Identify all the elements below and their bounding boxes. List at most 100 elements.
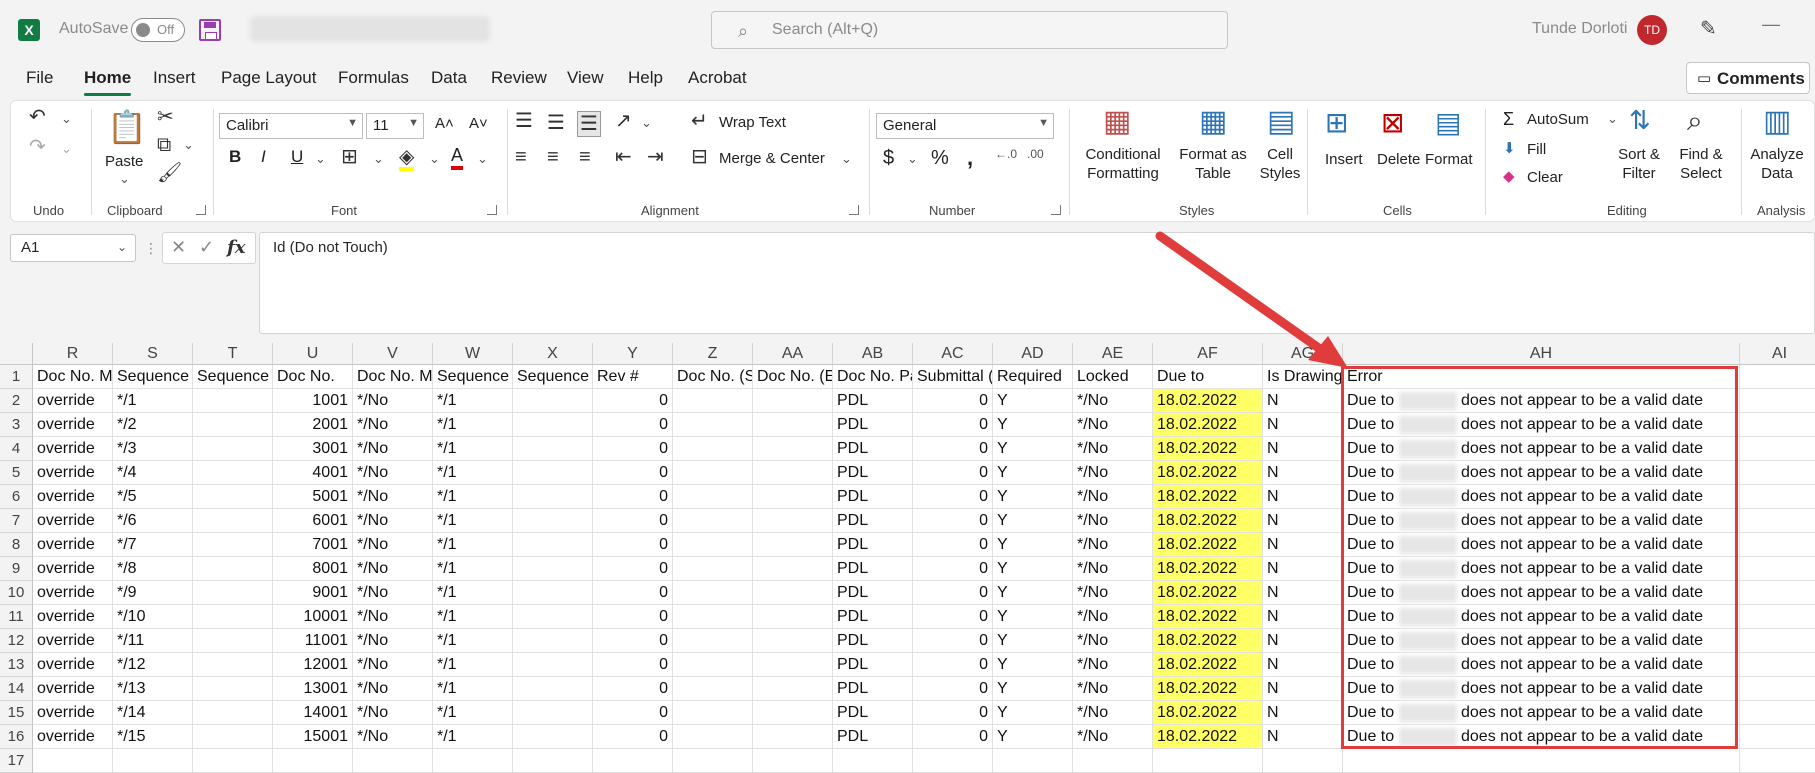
enter-icon[interactable]: ✓ — [199, 237, 214, 258]
insert-cells-button[interactable]: Insert — [1325, 151, 1363, 168]
table-cell[interactable]: */6 — [113, 509, 193, 533]
table-cell[interactable]: 18.02.2022 — [1153, 605, 1263, 629]
table-cell[interactable]: N — [1263, 437, 1343, 461]
table-cell[interactable]: 0 — [593, 701, 673, 725]
table-cell[interactable] — [193, 749, 273, 773]
increase-decimal-icon[interactable]: ←.0 — [995, 147, 1017, 161]
tab-acrobat[interactable]: Acrobat — [688, 68, 747, 88]
format-as-table-button[interactable]: Format as Table — [1175, 145, 1251, 183]
table-cell[interactable]: */No — [353, 461, 433, 485]
table-cell[interactable]: override — [33, 413, 113, 437]
table-cell[interactable] — [193, 629, 273, 653]
table-cell[interactable]: PDL — [833, 725, 913, 749]
table-cell[interactable]: */No — [1073, 701, 1153, 725]
column-header-ac[interactable]: AC — [913, 343, 993, 365]
paste-dropdown-icon[interactable]: ⌄ — [119, 171, 130, 187]
table-cell[interactable]: N — [1263, 461, 1343, 485]
table-cell[interactable] — [1740, 677, 1815, 701]
table-cell[interactable] — [1740, 725, 1815, 749]
table-cell[interactable] — [673, 413, 753, 437]
table-cell[interactable]: PDL — [833, 485, 913, 509]
table-cell[interactable]: Y — [993, 653, 1073, 677]
table-cell[interactable]: */5 — [113, 485, 193, 509]
table-cell[interactable]: 0 — [593, 533, 673, 557]
table-cell[interactable]: 18.02.2022 — [1153, 509, 1263, 533]
table-cell[interactable]: Y — [993, 629, 1073, 653]
table-cell[interactable] — [193, 557, 273, 581]
row-header-4[interactable]: 4 — [0, 437, 33, 461]
table-cell[interactable]: 18.02.2022 — [1153, 581, 1263, 605]
table-cell[interactable]: override — [33, 701, 113, 725]
table-cell[interactable]: 0 — [593, 509, 673, 533]
underline-dropdown-icon[interactable]: ⌄ — [315, 151, 326, 167]
tab-view[interactable]: View — [567, 68, 604, 88]
table-cell[interactable]: 18.02.2022 — [1153, 725, 1263, 749]
number-launcher-icon[interactable] — [1051, 205, 1061, 215]
table-cell[interactable]: PDL — [833, 653, 913, 677]
table-cell[interactable]: 0 — [913, 653, 993, 677]
table-cell[interactable] — [673, 461, 753, 485]
table-cell[interactable]: N — [1263, 605, 1343, 629]
table-cell[interactable] — [193, 389, 273, 413]
table-cell[interactable]: 0 — [593, 629, 673, 653]
table-cell[interactable]: */1 — [433, 701, 513, 725]
cancel-icon[interactable]: ✕ — [171, 237, 186, 258]
table-cell[interactable]: 0 — [593, 389, 673, 413]
table-cell[interactable] — [193, 509, 273, 533]
table-cell[interactable]: N — [1263, 413, 1343, 437]
table-cell[interactable]: 15001 — [273, 725, 353, 749]
table-cell[interactable]: */No — [353, 725, 433, 749]
orientation-icon[interactable]: ↗ — [615, 111, 632, 131]
table-cell[interactable] — [1740, 509, 1815, 533]
table-cell[interactable]: override — [33, 677, 113, 701]
decrease-indent-icon[interactable]: ⇤ — [615, 147, 632, 167]
table-cell[interactable]: */No — [1073, 677, 1153, 701]
table-cell[interactable] — [193, 437, 273, 461]
copy-icon[interactable]: ⧉ — [157, 135, 171, 155]
table-cell[interactable]: 0 — [593, 581, 673, 605]
insert-cells-icon[interactable]: ⊞ — [1325, 109, 1348, 137]
conditional-formatting-button[interactable]: Conditional Formatting — [1079, 145, 1167, 183]
header-cell[interactable]: Doc No. M — [353, 365, 433, 389]
clipboard-launcher-icon[interactable] — [196, 205, 206, 215]
table-cell[interactable]: PDL — [833, 581, 913, 605]
table-cell[interactable] — [1153, 749, 1263, 773]
column-header-r[interactable]: R — [33, 343, 113, 365]
table-cell[interactable]: override — [33, 509, 113, 533]
table-cell[interactable] — [673, 485, 753, 509]
table-cell[interactable] — [673, 629, 753, 653]
table-cell[interactable] — [753, 437, 833, 461]
tab-review[interactable]: Review — [491, 68, 547, 88]
cell-styles-button[interactable]: Cell Styles — [1245, 145, 1315, 183]
tab-file[interactable]: File — [26, 68, 53, 88]
table-cell[interactable]: */1 — [433, 653, 513, 677]
table-cell[interactable]: 18.02.2022 — [1153, 413, 1263, 437]
table-cell[interactable] — [273, 749, 353, 773]
fill-color-dropdown-icon[interactable]: ⌄ — [429, 151, 440, 167]
conditional-formatting-icon[interactable]: ▦ — [1103, 107, 1131, 137]
header-cell[interactable]: Sequence — [433, 365, 513, 389]
table-cell[interactable]: Y — [993, 485, 1073, 509]
table-cell[interactable]: 14001 — [273, 701, 353, 725]
table-cell[interactable]: */1 — [433, 629, 513, 653]
table-cell[interactable]: */1 — [433, 677, 513, 701]
table-cell[interactable]: 18.02.2022 — [1153, 557, 1263, 581]
table-cell[interactable] — [673, 725, 753, 749]
header-cell[interactable]: Due to — [1153, 365, 1263, 389]
table-cell[interactable]: 0 — [913, 581, 993, 605]
header-cell[interactable]: Doc No. — [273, 365, 353, 389]
table-cell[interactable]: 0 — [913, 677, 993, 701]
header-cell[interactable]: Sequence ( — [193, 365, 273, 389]
table-cell[interactable]: override — [33, 533, 113, 557]
table-cell[interactable]: PDL — [833, 605, 913, 629]
table-cell[interactable]: 13001 — [273, 677, 353, 701]
table-cell[interactable]: 0 — [913, 485, 993, 509]
save-icon[interactable] — [199, 19, 221, 41]
table-cell[interactable]: override — [33, 389, 113, 413]
table-cell[interactable] — [1740, 461, 1815, 485]
table-cell[interactable]: */1 — [433, 437, 513, 461]
table-cell[interactable]: Y — [993, 557, 1073, 581]
table-cell[interactable]: */1 — [433, 389, 513, 413]
table-cell[interactable] — [753, 749, 833, 773]
table-cell[interactable] — [513, 749, 593, 773]
